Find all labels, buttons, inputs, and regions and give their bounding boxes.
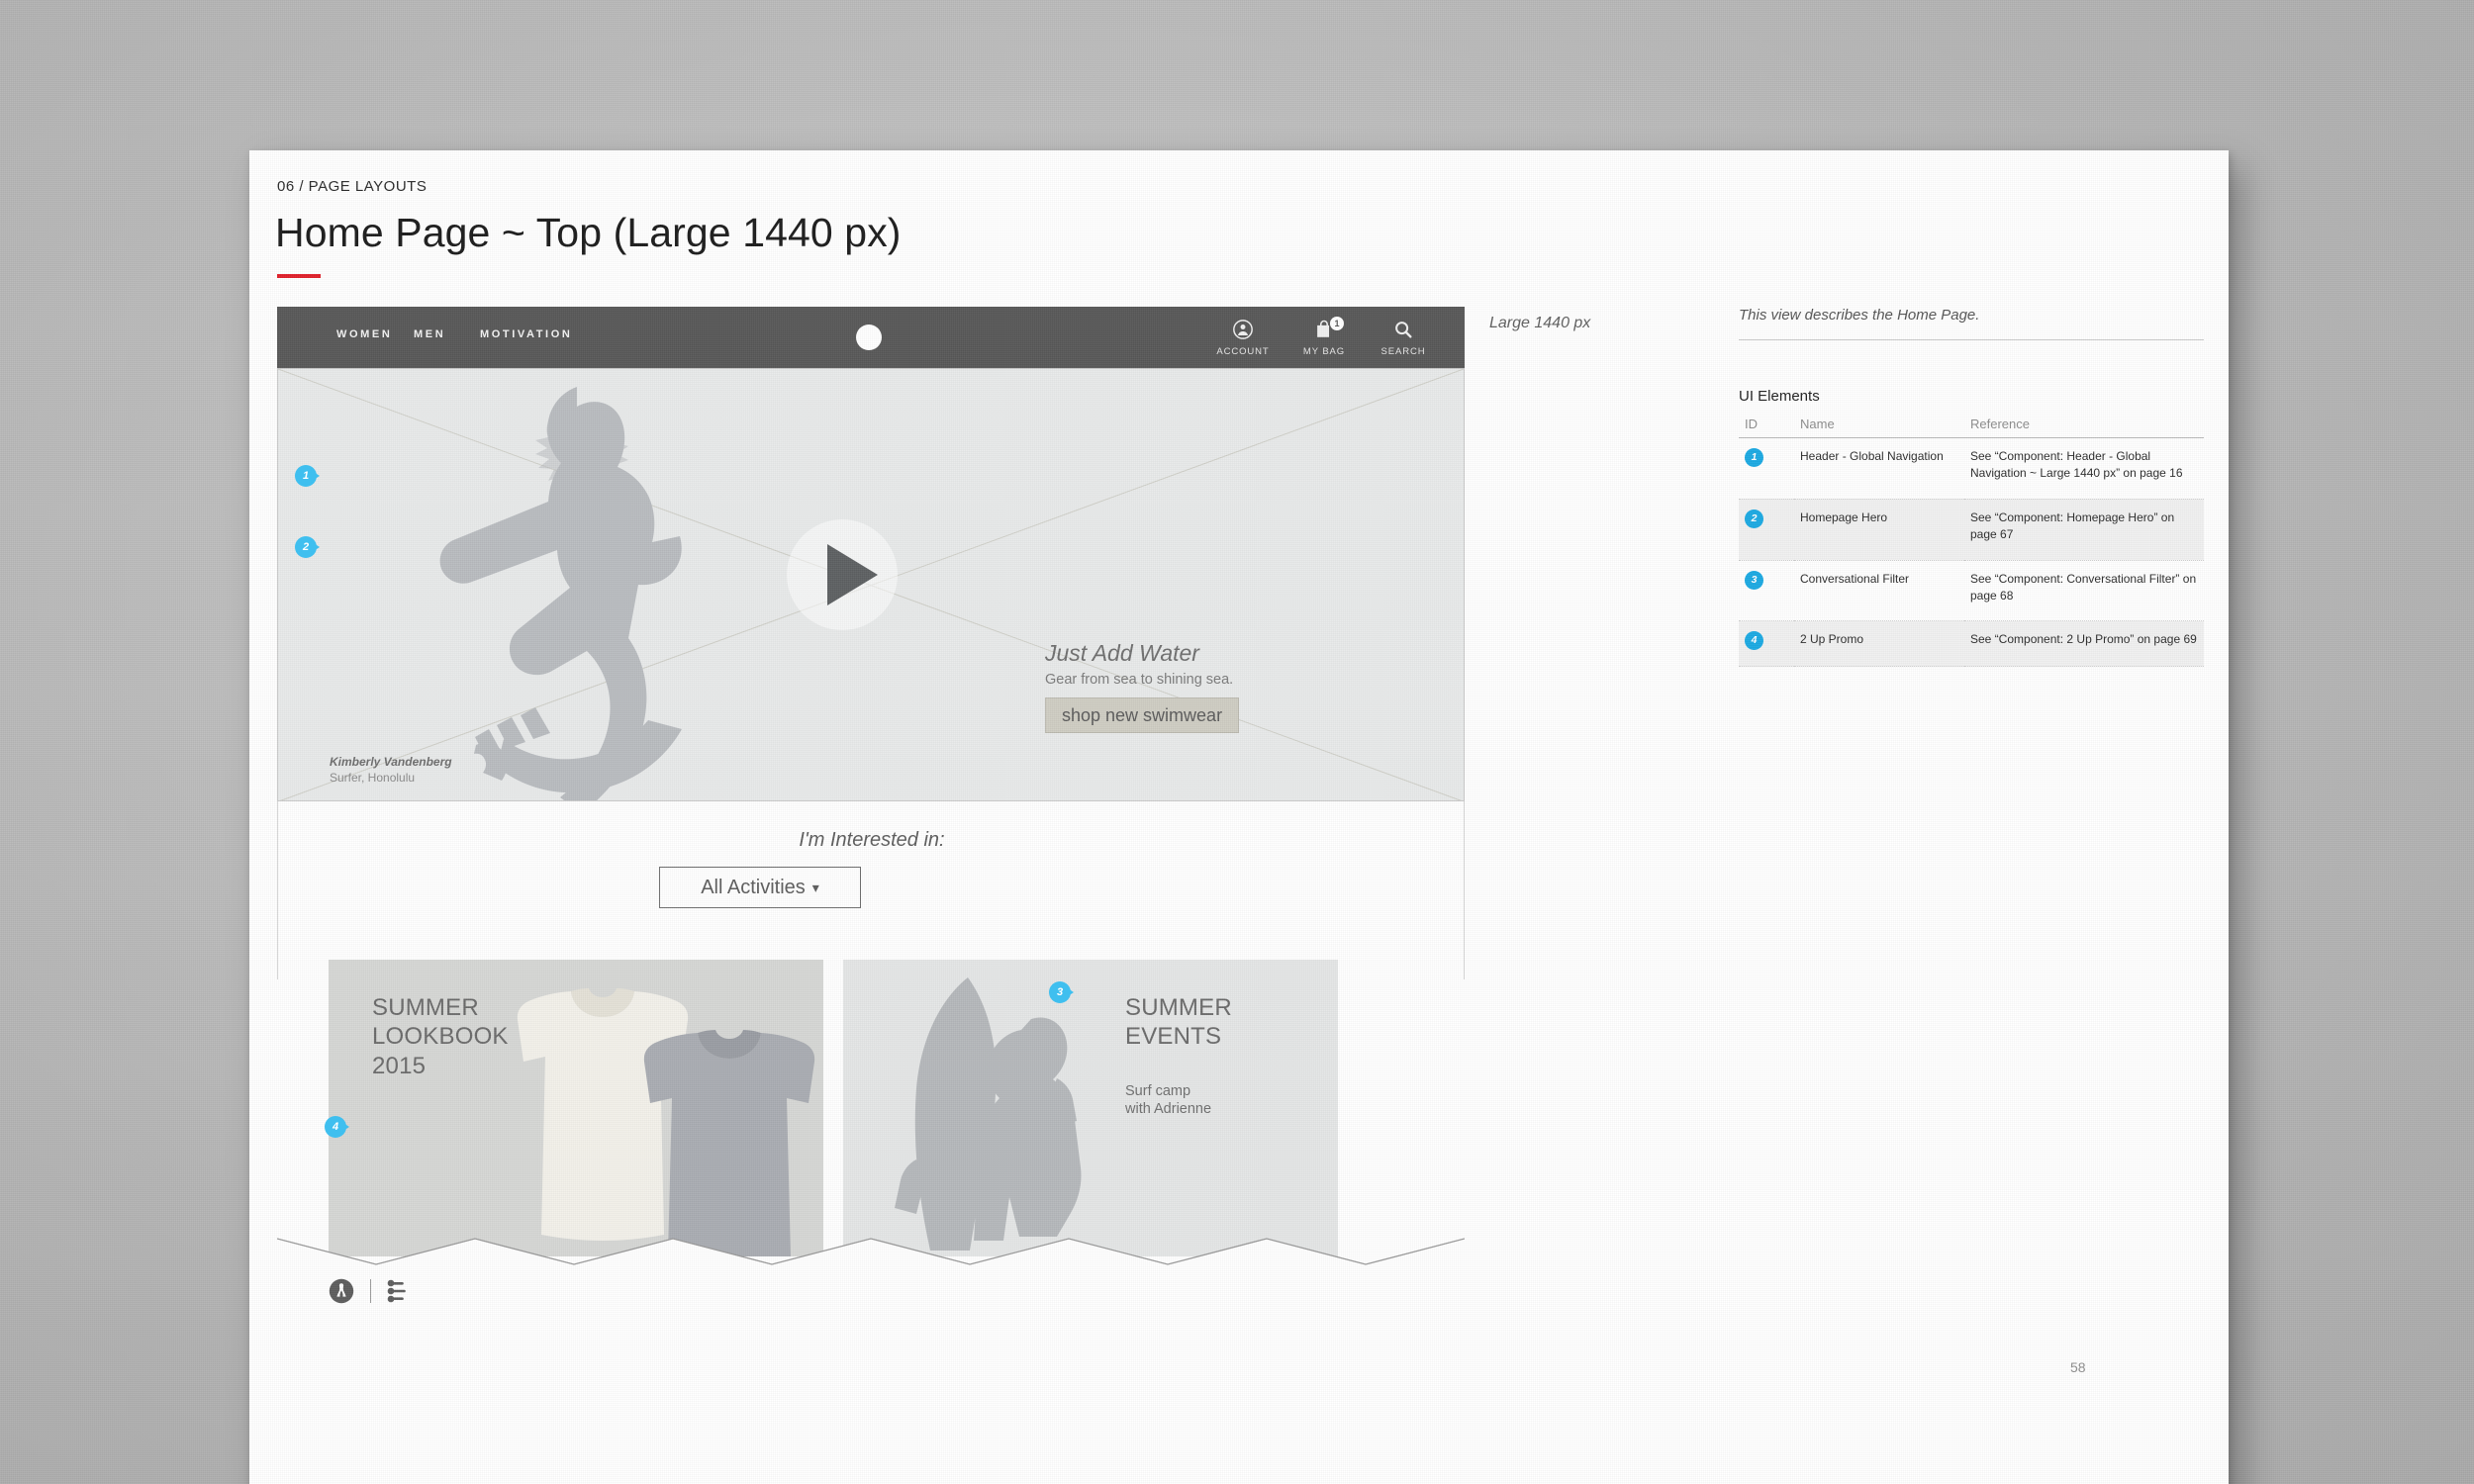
row-reference-cell: See “Component: Homepage Hero” on page 6… (1964, 499, 2204, 561)
row-name-cell: Header - Global Navigation (1794, 437, 1964, 500)
column-header-name: Name (1794, 415, 1964, 438)
row-id-cell: 3 (1739, 560, 1794, 622)
nav-link-women[interactable]: WOMEN (336, 328, 392, 340)
page-number: 58 (2070, 1359, 2086, 1375)
view-description: This view describes the Home Page. (1739, 307, 2204, 340)
callout-badge-3[interactable]: 3 (1049, 981, 1074, 1003)
callout-badge-1-number: 1 (295, 465, 317, 487)
id-chip: 2 (1745, 509, 1763, 528)
row-name-cell: Conversational Filter (1794, 560, 1964, 622)
row-id-cell: 2 (1739, 499, 1794, 561)
spec-page: 06 / PAGE LAYOUTS Home Page ~ Top (Large… (249, 150, 2229, 1484)
column-header-id: ID (1739, 415, 1794, 438)
activities-select[interactable]: All Activities ▾ (659, 867, 861, 908)
callout-badge-2[interactable]: 2 (295, 536, 320, 558)
row-reference-cell: See “Component: Conversational Filter” o… (1964, 560, 2204, 622)
page-kicker: 06 / PAGE LAYOUTS (277, 178, 428, 195)
shopping-bag-icon: 1 (1286, 317, 1362, 342)
row-id-cell: 4 (1739, 620, 1794, 668)
callout-badge-2-number: 2 (295, 536, 317, 558)
hero-credit-name: Kimberly Vandenberg (330, 755, 452, 769)
promo-card-events-sub: Surf camp with Adrienne (1125, 1083, 1212, 1118)
chevron-down-icon: ▾ (811, 879, 819, 895)
viewport-size-caption: Large 1440 px (1489, 315, 1591, 331)
nav-link-motivation[interactable]: MOTIVATION (480, 328, 572, 340)
table-header-row: ID Name Reference (1739, 415, 2204, 438)
table-row: 2 Homepage Hero See “Component: Homepage… (1739, 499, 2204, 561)
table-row: 3 Conversational Filter See “Component: … (1739, 560, 2204, 622)
global-navigation-bar: WOMEN MEN MOTIVATION ACCOUNT 1 MY BAG SE… (277, 307, 1465, 368)
promo-card-lookbook-kicker: SUMMER LOOKBOOK 2015 (372, 994, 509, 1079)
ui-elements-heading: UI Elements (1739, 388, 1820, 405)
promo-card-lookbook[interactable]: SUMMER LOOKBOOK 2015 (329, 960, 823, 1256)
nav-utility-account[interactable]: ACCOUNT (1205, 319, 1281, 357)
ui-elements-table: ID Name Reference 1 Header - Global Navi… (1739, 415, 2204, 668)
column-header-reference: Reference (1964, 415, 2204, 438)
circle-logo-icon[interactable] (856, 325, 882, 350)
promo-card-events-kicker: SUMMER EVENTS (1125, 994, 1232, 1051)
homepage-mockup: WOMEN MEN MOTIVATION ACCOUNT 1 MY BAG SE… (277, 307, 1465, 1474)
search-icon (1366, 319, 1441, 342)
nav-utility-search-label: SEARCH (1380, 346, 1426, 357)
hero-subheadline: Gear from sea to shining sea. (1045, 672, 1234, 688)
row-id-cell: 1 (1739, 437, 1794, 500)
promo-card-events[interactable]: SUMMER EVENTS Surf camp with Adrienne (843, 960, 1338, 1256)
hero-headline: Just Add Water (1045, 640, 1199, 666)
conversational-filter: I'm Interested in: All Activities ▾ (277, 801, 1465, 979)
nav-utility-my-bag-label: MY BAG (1302, 346, 1346, 357)
nav-utility-account-label: ACCOUNT (1216, 346, 1270, 357)
row-reference-cell: See “Component: Header - Global Navigati… (1964, 437, 2204, 500)
homepage-hero: Just Add Water Gear from sea to shining … (277, 368, 1465, 801)
account-icon (1205, 319, 1281, 342)
filter-label: I'm Interested in: (799, 829, 945, 851)
row-name-cell: 2 Up Promo (1794, 620, 1964, 668)
activities-select-value: All Activities (701, 876, 806, 898)
footer-logos (329, 1271, 526, 1311)
callout-badge-1[interactable]: 1 (295, 465, 320, 487)
page-title: Home Page ~ Top (Large 1440 px) (275, 210, 902, 255)
table-row: 1 Header - Global Navigation See “Compon… (1739, 437, 2204, 500)
torn-page-edge (277, 1238, 1465, 1276)
nav-utility-search[interactable]: SEARCH (1366, 319, 1441, 357)
table-row: 4 2 Up Promo See “Component: 2 Up Promo”… (1739, 620, 2204, 668)
id-chip: 3 (1745, 570, 1763, 590)
spec-sidebar: This view describes the Home Page. UI El… (1739, 307, 2204, 668)
nav-utility-my-bag[interactable]: 1 MY BAG (1286, 317, 1362, 357)
lululemon-logo-icon[interactable] (329, 1278, 354, 1304)
ivivva-logo-icon[interactable] (387, 1278, 409, 1304)
shop-new-swimwear-button[interactable]: shop new swimwear (1045, 697, 1240, 733)
hero-credit-role: Surfer, Honolulu (330, 771, 416, 785)
bag-count-badge: 1 (1330, 317, 1344, 330)
callout-badge-4[interactable]: 4 (325, 1116, 349, 1138)
logo-divider (370, 1279, 371, 1303)
callout-badge-3-number: 3 (1049, 981, 1071, 1003)
two-up-promo: SUMMER LOOKBOOK 2015 SUMMER EVENTS Surf … (277, 960, 1465, 1256)
row-reference-cell: See “Component: 2 Up Promo” on page 69 (1964, 620, 2204, 668)
id-chip: 1 (1745, 448, 1763, 467)
play-button-icon[interactable] (778, 510, 906, 639)
id-chip: 4 (1745, 631, 1763, 651)
nav-link-men[interactable]: MEN (414, 328, 445, 340)
row-name-cell: Homepage Hero (1794, 499, 1964, 561)
tank-tops-illustration (517, 988, 815, 1256)
desk-background: 06 / PAGE LAYOUTS Home Page ~ Top (Large… (0, 0, 2474, 1484)
callout-badge-4-number: 4 (325, 1116, 346, 1138)
title-accent-rule (277, 274, 321, 278)
